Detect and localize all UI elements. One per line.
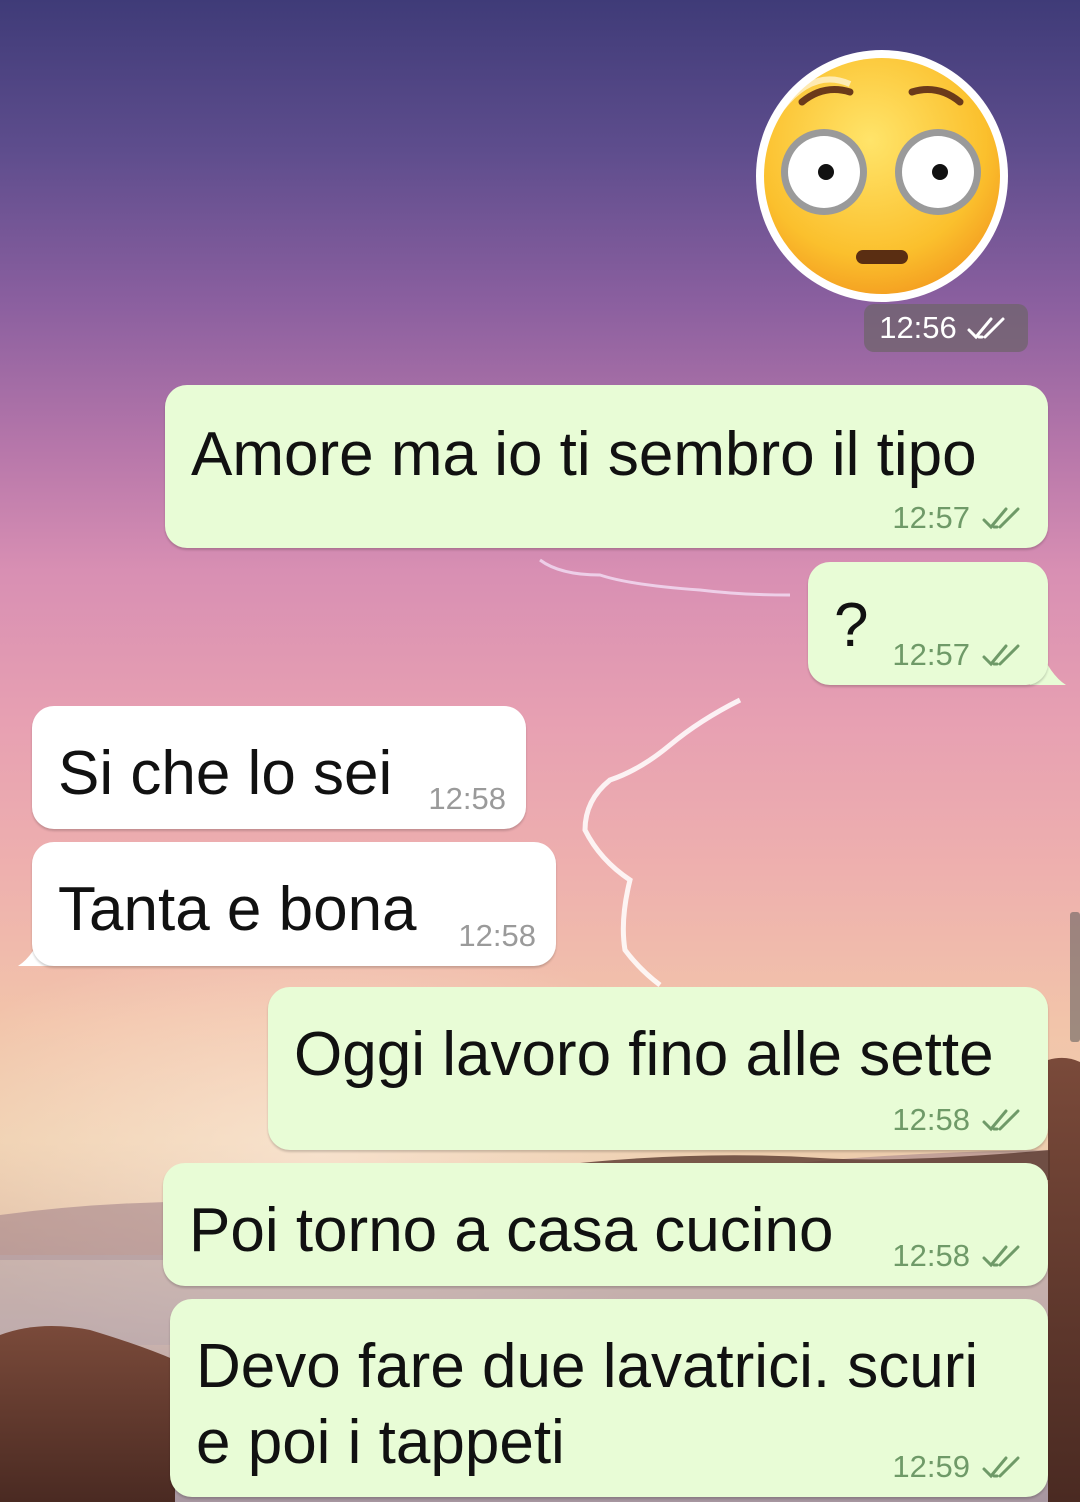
message-meta: 12:58 bbox=[458, 918, 536, 954]
double-check-icon bbox=[982, 1245, 1020, 1268]
message-bubble-incoming[interactable]: Tanta e bona 12:58 bbox=[32, 842, 556, 966]
sticker-timestamp: 12:56 bbox=[864, 304, 1028, 352]
double-check-icon bbox=[982, 644, 1020, 667]
message-time: 12:58 bbox=[428, 781, 506, 816]
double-check-icon bbox=[982, 507, 1020, 530]
message-time: 12:57 bbox=[892, 637, 970, 672]
message-text-line-1: Devo fare due lavatrici. scuri bbox=[196, 1332, 979, 1401]
message-bubble-incoming[interactable]: Si che lo sei 12:58 bbox=[32, 706, 526, 829]
flushed-face-emoji-sticker[interactable] bbox=[754, 48, 1010, 304]
message-text: ? bbox=[834, 591, 869, 660]
message-text-line-2: e poi i tappeti bbox=[196, 1408, 565, 1477]
message-text: Tanta e bona bbox=[58, 875, 417, 944]
message-meta: 12:57 bbox=[892, 500, 1028, 536]
message-bubble-outgoing[interactable]: Poi torno a casa cucino 12:58 bbox=[163, 1163, 1048, 1286]
message-text: Poi torno a casa cucino bbox=[189, 1196, 834, 1265]
sticker-time-label: 12:56 bbox=[879, 310, 957, 345]
message-bubble-outgoing[interactable]: Devo fare due lavatrici. scuri e poi i t… bbox=[170, 1299, 1048, 1497]
message-meta: 12:58 bbox=[892, 1102, 1028, 1138]
double-check-icon bbox=[967, 317, 1005, 340]
message-meta: 12:58 bbox=[892, 1238, 1028, 1274]
message-text: Oggi lavoro fino alle sette bbox=[294, 1020, 994, 1089]
message-bubble-outgoing[interactable]: Amore ma io ti sembro il tipo 12:57 bbox=[165, 385, 1048, 548]
message-time: 12:59 bbox=[892, 1449, 970, 1484]
message-time: 12:58 bbox=[892, 1238, 970, 1273]
message-meta: 12:57 bbox=[892, 637, 1028, 673]
double-check-icon bbox=[982, 1109, 1020, 1132]
chat-screen: 12:56 Amore ma io ti sembro il tipo 12:5… bbox=[0, 0, 1080, 1502]
message-bubble-outgoing[interactable]: ? 12:57 bbox=[808, 562, 1048, 685]
message-text: Amore ma io ti sembro il tipo bbox=[191, 420, 977, 489]
message-time: 12:57 bbox=[892, 500, 970, 535]
message-time: 12:58 bbox=[892, 1102, 970, 1137]
message-text: Si che lo sei bbox=[58, 739, 393, 808]
message-time: 12:58 bbox=[458, 918, 536, 953]
scrollbar[interactable] bbox=[1070, 912, 1080, 1042]
message-meta: 12:58 bbox=[428, 781, 506, 817]
message-meta: 12:59 bbox=[892, 1449, 1028, 1485]
double-check-icon bbox=[982, 1456, 1020, 1479]
message-bubble-outgoing[interactable]: Oggi lavoro fino alle sette 12:58 bbox=[268, 987, 1048, 1150]
